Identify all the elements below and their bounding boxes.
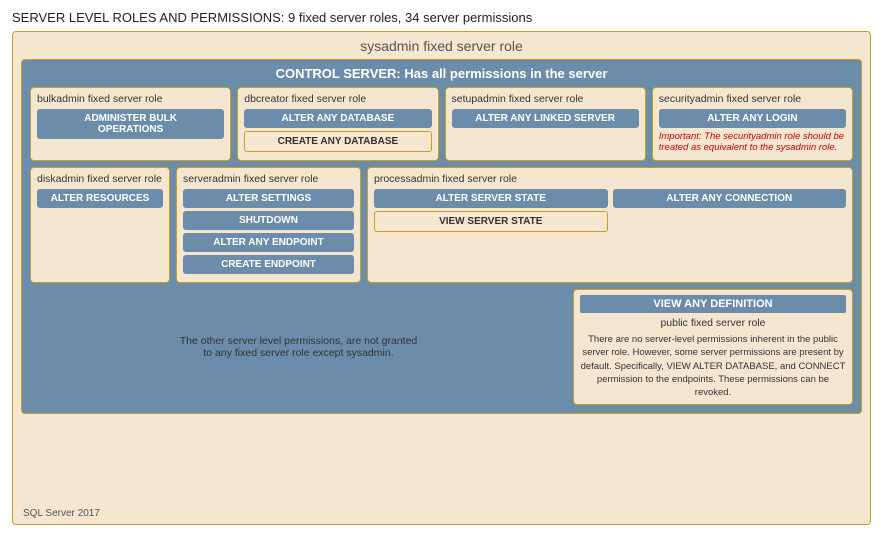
page-title: SERVER LEVEL ROLES AND PERMISSIONS: 9 fi… (12, 10, 871, 25)
serveradmin-card: serveradmin fixed server role ALTER SETT… (176, 167, 361, 283)
diskadmin-title: diskadmin fixed server role (37, 173, 163, 185)
dbcreator-card: dbcreator fixed server role ALTER ANY DA… (237, 87, 438, 161)
shutdown-perm: SHUTDOWN (183, 211, 354, 230)
alter-any-login-perm: ALTER ANY LOGIN (659, 109, 846, 128)
processadmin-right: ALTER ANY CONNECTION (613, 189, 847, 235)
bottom-extra: The other server level permissions, are … (30, 289, 853, 405)
sysadmin-title: sysadmin fixed server role (21, 38, 862, 54)
view-any-def-title: VIEW ANY DEFINITION (580, 295, 846, 313)
processadmin-title: processadmin fixed server role (374, 173, 846, 185)
diskadmin-card: diskadmin fixed server role ALTER RESOUR… (30, 167, 170, 283)
title-bold: SERVER LEVEL ROLES AND PERMISSIONS: (12, 10, 284, 25)
setupadmin-card: setupadmin fixed server role ALTER ANY L… (445, 87, 646, 161)
setupadmin-title: setupadmin fixed server role (452, 93, 639, 105)
bulkadmin-card: bulkadmin fixed server role ADMINISTER B… (30, 87, 231, 161)
title-normal: 9 fixed server roles, 34 server permissi… (284, 10, 532, 25)
create-any-db-perm: CREATE ANY DATABASE (244, 131, 431, 152)
bottom-section: diskadmin fixed server role ALTER RESOUR… (30, 167, 853, 283)
dbcreator-title: dbcreator fixed server role (244, 93, 431, 105)
alter-any-db-perm: ALTER ANY DATABASE (244, 109, 431, 128)
other-perms-text: The other server level permissions, are … (180, 335, 418, 359)
view-any-def-block: VIEW ANY DEFINITION public fixed server … (573, 289, 853, 405)
control-server-title: CONTROL SERVER: Has all permissions in t… (30, 66, 853, 81)
sysadmin-box: sysadmin fixed server role CONTROL SERVE… (12, 31, 871, 525)
top-roles-row: bulkadmin fixed server role ADMINISTER B… (30, 87, 853, 161)
alter-any-endpoint-perm: ALTER ANY ENDPOINT (183, 233, 354, 252)
alter-settings-perm: ALTER SETTINGS (183, 189, 354, 208)
securityadmin-note: Important: The securityadmin role should… (659, 131, 846, 153)
alter-resources-perm: ALTER RESOURCES (37, 189, 163, 208)
securityadmin-card: securityadmin fixed server role ALTER AN… (652, 87, 853, 161)
processadmin-left: ALTER SERVER STATE VIEW SERVER STATE (374, 189, 608, 235)
create-endpoint-perm: CREATE ENDPOINT (183, 255, 354, 274)
administer-bulk-perm: ADMINISTER BULKOPERATIONS (37, 109, 224, 139)
sql-footer: SQL Server 2017 (23, 508, 100, 519)
control-server-box: CONTROL SERVER: Has all permissions in t… (21, 59, 862, 414)
serveradmin-title: serveradmin fixed server role (183, 173, 354, 185)
alter-any-linked-perm: ALTER ANY LINKED SERVER (452, 109, 639, 128)
processadmin-card: processadmin fixed server role ALTER SER… (367, 167, 853, 283)
securityadmin-title: securityadmin fixed server role (659, 93, 846, 105)
alter-server-state-perm: ALTER SERVER STATE (374, 189, 608, 208)
public-role-desc: There are no server-level permissions in… (580, 333, 846, 399)
public-role-title: public fixed server role (580, 317, 846, 329)
page: SERVER LEVEL ROLES AND PERMISSIONS: 9 fi… (0, 0, 883, 558)
bulkadmin-title: bulkadmin fixed server role (37, 93, 224, 105)
processadmin-inner: ALTER SERVER STATE VIEW SERVER STATE ALT… (374, 189, 846, 235)
view-server-state-perm: VIEW SERVER STATE (374, 211, 608, 232)
other-perms-note: The other server level permissions, are … (30, 289, 567, 405)
alter-any-connection-perm: ALTER ANY CONNECTION (613, 189, 847, 208)
